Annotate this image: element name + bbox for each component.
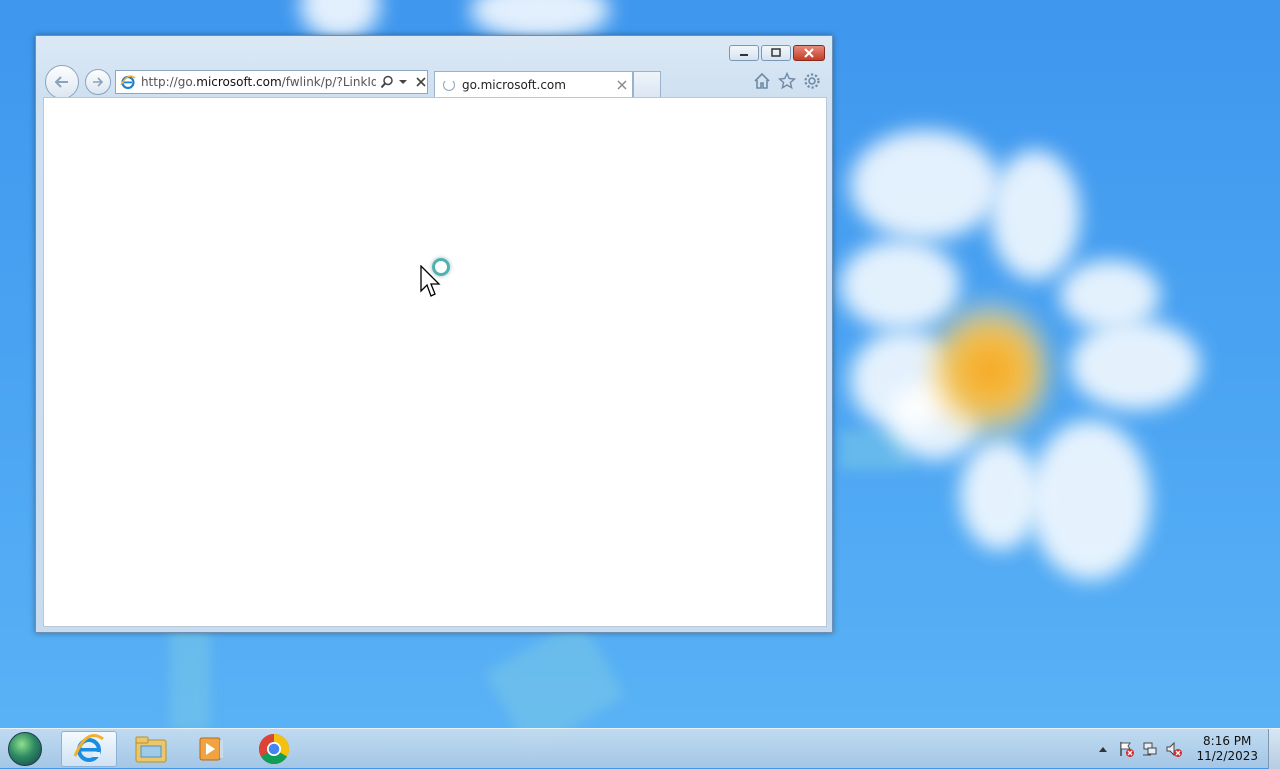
wallpaper-petal [470, 0, 610, 40]
home-icon[interactable] [753, 72, 771, 90]
stop-icon[interactable] [415, 76, 427, 88]
restore-icon [771, 48, 781, 57]
loading-spinner-icon [443, 78, 455, 91]
busy-indicator-icon [432, 258, 450, 276]
taskbar: 8:16 PM 11/2/2023 [0, 728, 1280, 769]
system-tray: 8:16 PM 11/2/2023 [1098, 729, 1280, 769]
wallpaper-petal [300, 0, 380, 40]
tab-go-microsoft[interactable]: go.microsoft.com [434, 71, 633, 97]
wallpaper-flower-center [930, 300, 1050, 440]
page-content[interactable] [43, 97, 827, 627]
taskbar-file-explorer[interactable] [123, 731, 179, 767]
tools-gear-icon[interactable] [803, 72, 821, 90]
network-icon[interactable] [1142, 741, 1158, 757]
close-icon [804, 48, 814, 58]
search-icon[interactable] [380, 75, 394, 89]
wallpaper-petal [960, 440, 1040, 550]
taskbar-media-player[interactable] [183, 731, 239, 767]
chrome-icon [258, 734, 290, 765]
wallpaper-stem [170, 620, 210, 730]
taskbar-clock[interactable]: 8:16 PM 11/2/2023 [1196, 734, 1258, 764]
taskbar-internet-explorer[interactable] [61, 731, 117, 767]
maximize-button[interactable] [761, 45, 791, 61]
volume-muted-icon[interactable] [1166, 741, 1183, 757]
clock-time: 8:16 PM [1203, 734, 1252, 748]
browser-window: http://go.microsoft.com/fwlink/p/?LinkId… [35, 35, 833, 633]
show-desktop-button[interactable] [1268, 729, 1280, 769]
taskbar-chrome[interactable] [246, 731, 302, 767]
wallpaper-petal [840, 240, 960, 330]
folder-icon [135, 736, 167, 763]
dropdown-arrow-icon[interactable] [398, 77, 408, 87]
action-center-flag-icon[interactable] [1118, 741, 1135, 757]
minimize-icon [740, 54, 748, 56]
window-controls [729, 45, 825, 61]
ie-page-icon [120, 75, 136, 90]
address-bar[interactable]: http://go.microsoft.com/fwlink/p/?LinkId… [115, 70, 428, 94]
tab-close-icon[interactable] [617, 80, 627, 90]
address-url[interactable]: http://go.microsoft.com/fwlink/p/?LinkId… [141, 75, 376, 89]
wallpaper-petal [990, 150, 1080, 280]
wallpaper-petal [1030, 420, 1150, 580]
media-player-icon [199, 737, 223, 761]
wallpaper-petal [1070, 320, 1200, 410]
minimize-button[interactable] [729, 45, 759, 61]
show-hidden-icons-icon[interactable] [1098, 745, 1108, 753]
wallpaper-petal [1060, 260, 1160, 330]
start-button[interactable] [8, 732, 42, 766]
new-tab-button[interactable] [633, 71, 661, 97]
back-arrow-icon [54, 76, 68, 88]
forward-button[interactable] [85, 69, 111, 95]
close-button[interactable] [793, 45, 825, 61]
tab-title: go.microsoft.com [462, 77, 566, 92]
wallpaper-petal [850, 130, 1000, 240]
forward-arrow-icon [93, 77, 104, 87]
internet-explorer-icon [73, 734, 104, 762]
favorites-star-icon[interactable] [778, 72, 796, 90]
clock-date: 11/2/2023 [1196, 749, 1258, 763]
back-button[interactable] [45, 65, 79, 99]
